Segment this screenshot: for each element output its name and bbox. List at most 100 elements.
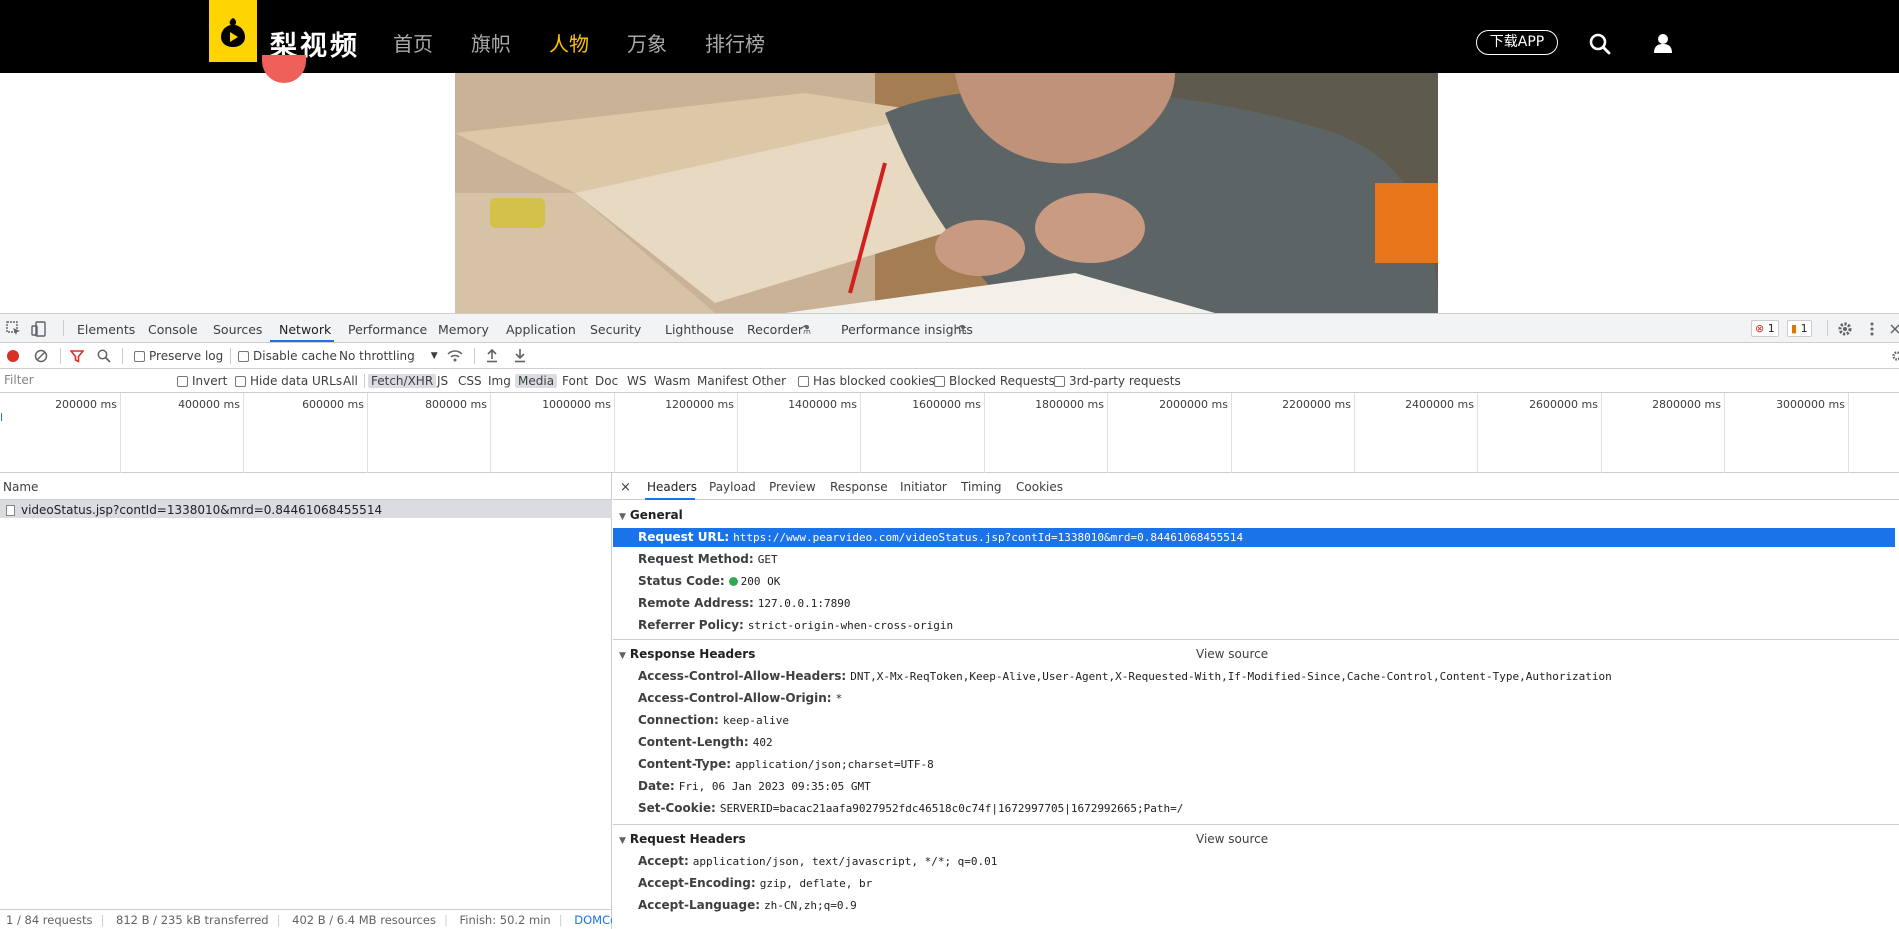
nav-item-people[interactable]: 人物: [549, 28, 589, 57]
blocked-requests-checkbox[interactable]: [934, 376, 945, 387]
error-badge[interactable]: ⊗ 1: [1751, 320, 1779, 337]
network-conditions-icon[interactable]: [447, 349, 463, 363]
nav-item-home[interactable]: 首页: [393, 28, 433, 57]
tab-network[interactable]: Network: [279, 322, 331, 337]
third-party-checkbox[interactable]: [1054, 376, 1065, 387]
filter-type-ws[interactable]: WS: [627, 374, 646, 388]
close-details-icon[interactable]: ×: [620, 480, 631, 495]
chevron-down-icon: ▼: [431, 351, 438, 361]
header-row[interactable]: Set-Cookie:SERVERID=bacac21aafa9027952fd…: [638, 801, 1183, 815]
filter-type-all[interactable]: All: [343, 374, 358, 388]
warning-count: 1: [1801, 322, 1808, 335]
tab-performance[interactable]: Performance: [348, 322, 427, 337]
tab-security[interactable]: Security: [590, 322, 641, 337]
tab-response[interactable]: Response: [830, 480, 888, 494]
tab-elements[interactable]: Elements: [77, 322, 135, 337]
header-row-remote-address[interactable]: Remote Address:127.0.0.1:7890: [638, 596, 851, 610]
request-headers-section-toggle[interactable]: ▼Request Headers: [619, 832, 746, 846]
throttling-value: No throttling: [339, 349, 415, 363]
search-icon[interactable]: [1589, 33, 1611, 55]
search-icon[interactable]: [97, 349, 111, 363]
invert-toggle[interactable]: Invert: [177, 374, 227, 388]
inspect-element-icon[interactable]: [6, 321, 22, 337]
header-row[interactable]: Content-Length:402: [638, 735, 773, 749]
header-row[interactable]: Date:Fri, 06 Jan 2023 09:35:05 GMT: [638, 779, 871, 793]
tab-memory[interactable]: Memory: [438, 322, 489, 337]
tab-console[interactable]: Console: [148, 322, 198, 337]
header-row-request-method[interactable]: Request Method:GET: [638, 552, 778, 566]
video-player[interactable]: [455, 73, 1438, 313]
disable-cache-toggle[interactable]: Disable cache: [238, 349, 337, 363]
import-har-icon[interactable]: [486, 348, 498, 363]
user-icon[interactable]: [1654, 33, 1672, 53]
disable-cache-checkbox[interactable]: [238, 351, 249, 362]
close-devtools-icon[interactable]: [1890, 321, 1899, 337]
filter-input[interactable]: Filter: [0, 371, 165, 390]
has-blocked-cookies-checkbox[interactable]: [798, 376, 809, 387]
header-row[interactable]: Accept-Encoding:gzip, deflate, br: [638, 876, 872, 890]
nav-item-banner[interactable]: 旗帜: [471, 28, 511, 57]
network-overview-timeline[interactable]: 200000 ms 400000 ms 600000 ms 800000 ms …: [0, 393, 1899, 473]
preserve-log-toggle[interactable]: Preserve log: [134, 349, 223, 363]
tab-application[interactable]: Application: [506, 322, 576, 337]
more-options-icon[interactable]: [1868, 321, 1876, 337]
has-blocked-cookies-toggle[interactable]: Has blocked cookies: [798, 374, 935, 388]
devtools-panel: Elements Console Sources Network Perform…: [0, 313, 1899, 928]
filter-type-js[interactable]: JS: [437, 374, 448, 388]
nav-item-ranking[interactable]: 排行榜: [705, 28, 765, 57]
tab-payload[interactable]: Payload: [709, 480, 756, 494]
warning-icon: ▮: [1791, 322, 1797, 335]
preserve-log-checkbox[interactable]: [134, 351, 145, 362]
filter-type-fetch-xhr[interactable]: Fetch/XHR: [368, 374, 436, 388]
header-row-request-url[interactable]: Request URL:https://www.pearvideo.com/vi…: [613, 528, 1895, 547]
request-row[interactable]: videoStatus.jsp?contId=1338010&mrd=0.844…: [0, 500, 612, 518]
device-toolbar-icon[interactable]: [31, 321, 47, 337]
filter-type-font[interactable]: Font: [562, 374, 588, 388]
filter-type-other[interactable]: Other: [752, 374, 786, 388]
throttling-select[interactable]: No throttling ▼: [339, 349, 438, 363]
filter-type-css[interactable]: CSS: [458, 374, 482, 388]
tab-headers[interactable]: Headers: [647, 480, 697, 494]
header-row[interactable]: Access-Control-Allow-Headers:DNT,X-Mx-Re…: [638, 669, 1612, 683]
header-row[interactable]: Accept:application/json, text/javascript…: [638, 854, 997, 868]
settings-gear-icon[interactable]: [1837, 321, 1853, 337]
header-row[interactable]: Accept-Language:zh-CN,zh;q=0.9: [638, 898, 857, 912]
header-row-status-code[interactable]: Status Code:200 OK: [638, 574, 780, 588]
header-row[interactable]: Content-Type:application/json;charset=UT…: [638, 757, 934, 771]
tab-performance-insights[interactable]: Performance insights: [841, 322, 973, 337]
export-har-icon[interactable]: [514, 348, 526, 363]
blocked-requests-toggle[interactable]: Blocked Requests: [934, 374, 1055, 388]
tab-timing[interactable]: Timing: [961, 480, 1002, 494]
tab-preview[interactable]: Preview: [769, 480, 816, 494]
clear-icon[interactable]: [34, 349, 48, 363]
response-view-source-link[interactable]: View source: [1196, 647, 1268, 661]
header-row[interactable]: Access-Control-Allow-Origin:*: [638, 691, 842, 705]
tab-sources[interactable]: Sources: [213, 322, 262, 337]
filter-type-manifest[interactable]: Manifest: [697, 374, 748, 388]
tab-lighthouse[interactable]: Lighthouse: [665, 322, 734, 337]
hide-data-urls-checkbox[interactable]: [235, 376, 246, 387]
header-row[interactable]: Connection:keep-alive: [638, 713, 789, 727]
tab-initiator[interactable]: Initiator: [900, 480, 947, 494]
filter-type-doc[interactable]: Doc: [595, 374, 618, 388]
filter-type-wasm[interactable]: Wasm: [654, 374, 690, 388]
hide-data-urls-toggle[interactable]: Hide data URLs: [235, 374, 342, 388]
filter-type-media[interactable]: Media: [515, 374, 557, 388]
header-row-referrer-policy[interactable]: Referrer Policy:strict-origin-when-cross…: [638, 618, 953, 632]
request-view-source-link[interactable]: View source: [1196, 832, 1268, 846]
network-settings-icon[interactable]: [1891, 349, 1899, 363]
record-icon[interactable]: [6, 349, 20, 363]
invert-checkbox[interactable]: [177, 376, 188, 387]
logo[interactable]: [209, 0, 257, 62]
nav-item-panorama[interactable]: 万象: [627, 28, 667, 57]
third-party-toggle[interactable]: 3rd-party requests: [1054, 374, 1181, 388]
filter-type-img[interactable]: Img: [488, 374, 511, 388]
warning-badge[interactable]: ▮ 1: [1787, 320, 1812, 337]
name-column-header[interactable]: Name: [0, 473, 612, 500]
tab-recorder[interactable]: Recorder: [747, 322, 803, 337]
response-headers-section-toggle[interactable]: ▼Response Headers: [619, 647, 755, 661]
general-section-toggle[interactable]: ▼General: [619, 508, 683, 522]
filter-icon[interactable]: [70, 349, 84, 363]
download-app-button[interactable]: 下载APP: [1476, 30, 1558, 55]
tab-cookies[interactable]: Cookies: [1016, 480, 1063, 494]
